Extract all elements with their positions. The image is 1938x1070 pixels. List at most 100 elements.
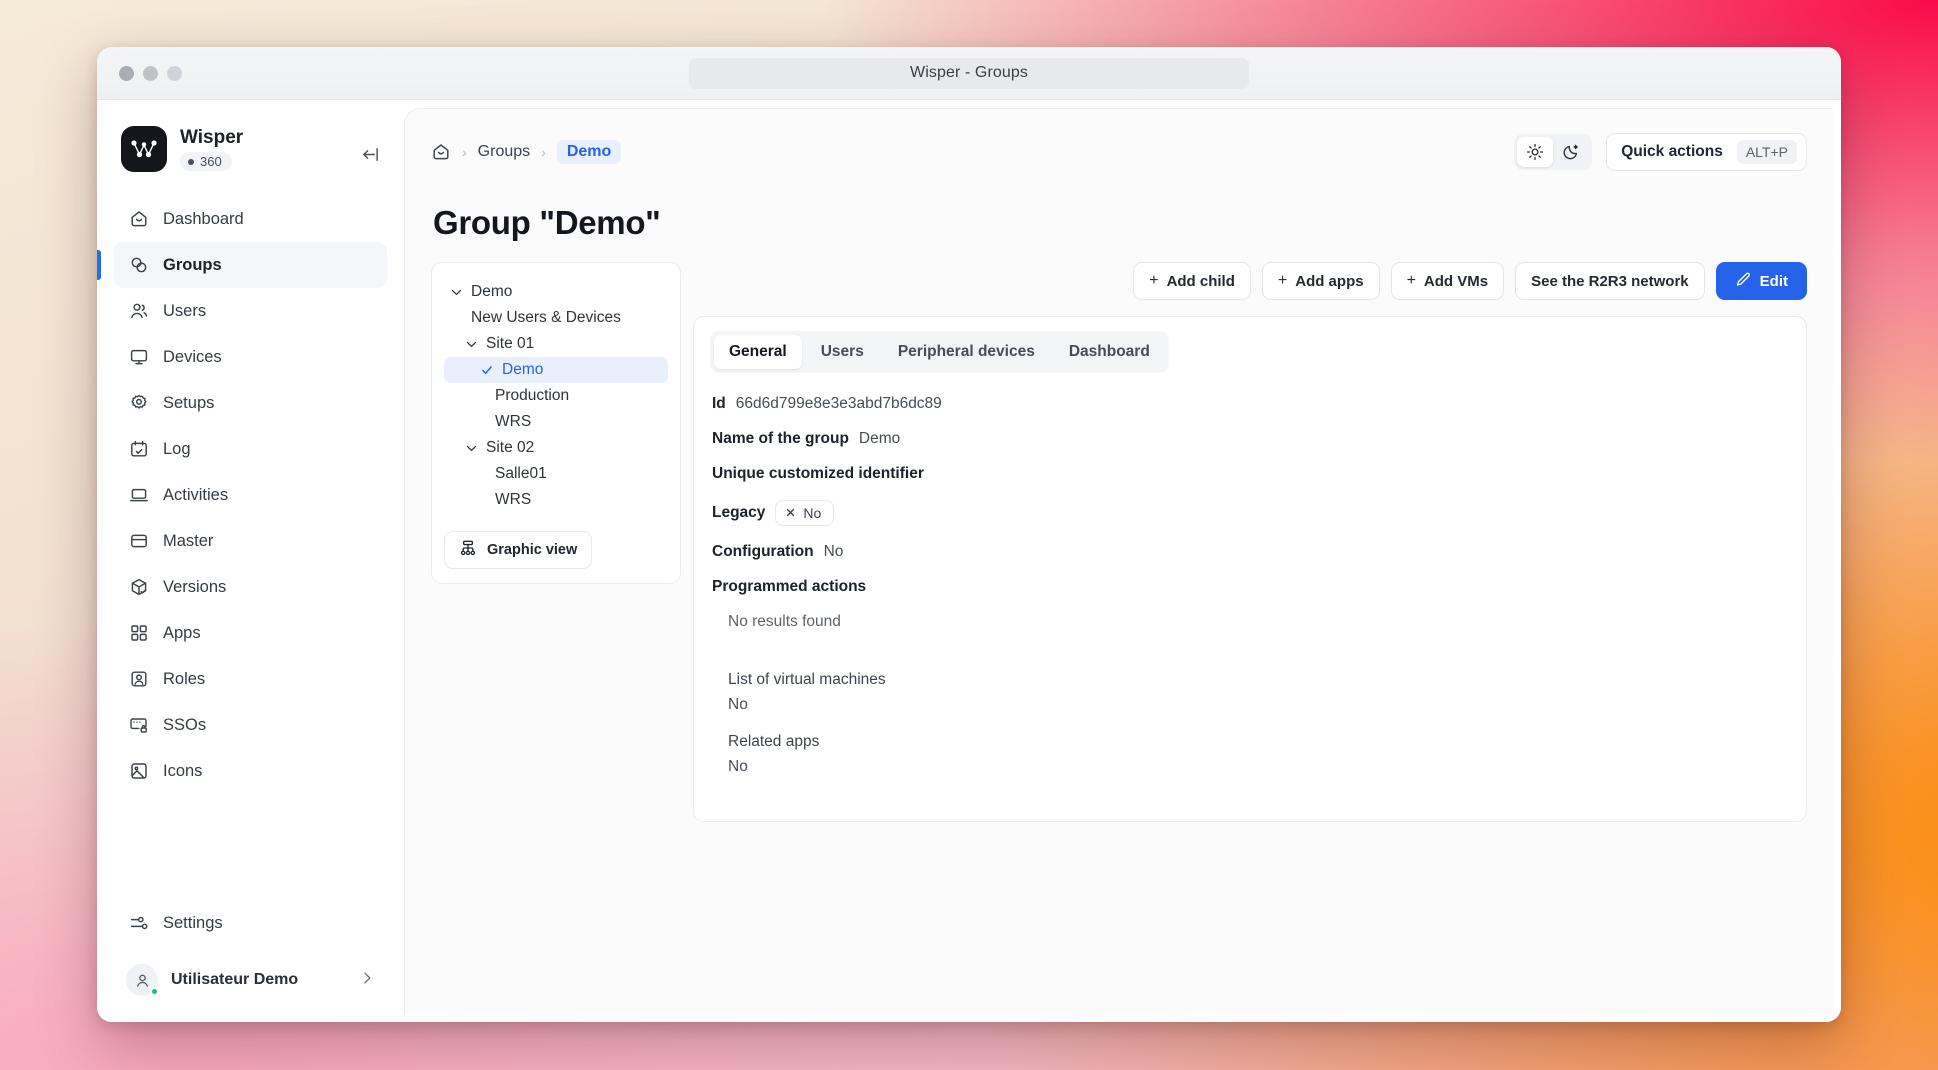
quick-actions-button[interactable]: Quick actions ALT+P (1606, 133, 1807, 171)
status-badge-label: No (803, 505, 821, 521)
action-buttons-row: + Add child + Add apps + Add VMs See t (693, 262, 1807, 300)
content-topbar: › Groups › Demo (431, 133, 1807, 171)
field-value: 66d6d799e8e3e3abd7b6dc89 (736, 395, 942, 413)
add-child-label: Add child (1167, 273, 1235, 290)
sidebar-item-dashboard[interactable]: Dashboard (114, 196, 387, 242)
tree-item[interactable]: New Users & Devices (444, 305, 668, 331)
sidebar-item-activities[interactable]: Activities (114, 472, 387, 518)
moon-icon[interactable] (1553, 137, 1589, 167)
breadcrumb-item-groups[interactable]: Groups (478, 143, 530, 161)
breadcrumb-item-demo[interactable]: Demo (557, 140, 621, 164)
avatar (126, 964, 158, 996)
add-apps-label: Add apps (1295, 273, 1363, 290)
calendar-check-icon (128, 439, 149, 460)
tree-item[interactable]: Site 01 (444, 331, 668, 357)
tab-general[interactable]: General (714, 335, 802, 369)
sidebar-item-groups[interactable]: Groups (114, 242, 387, 288)
users-icon (128, 301, 149, 322)
see-network-label: See the R2R3 network (1531, 273, 1689, 290)
close-button[interactable] (119, 66, 134, 81)
tree-item[interactable]: Production (444, 383, 668, 409)
collapse-sidebar-icon[interactable] (358, 142, 382, 166)
sidebar-item-ssos[interactable]: SSOs (114, 702, 387, 748)
field-legacy: Legacy No (712, 500, 1790, 526)
tree-item[interactable]: Site 02 (444, 435, 668, 461)
sidebar-item-log[interactable]: Log (114, 426, 387, 472)
tab-users[interactable]: Users (806, 335, 879, 369)
tree-item-label: New Users & Devices (471, 309, 621, 327)
edit-button[interactable]: Edit (1716, 262, 1807, 300)
tab-dashboard[interactable]: Dashboard (1054, 335, 1165, 369)
sidebar-item-label: SSOs (163, 716, 206, 735)
chevron-down-icon[interactable] (465, 442, 479, 455)
sidebar-item-versions[interactable]: Versions (114, 564, 387, 610)
quick-actions-shortcut: ALT+P (1737, 140, 1797, 164)
sidebar-item-label: Apps (163, 624, 201, 643)
sidebar-item-label: Users (163, 302, 206, 321)
chevron-right-icon (359, 970, 375, 991)
sidebar-item-master[interactable]: Master (114, 518, 387, 564)
breadcrumb: › Groups › Demo (431, 140, 621, 164)
sidebar-item-setups[interactable]: Setups (114, 380, 387, 426)
window-body: Wisper 360 (97, 100, 1841, 1022)
general-fields: Id 66d6d799e8e3e3abd7b6dc89 Name of the … (710, 395, 1790, 776)
theme-toggle[interactable] (1514, 134, 1592, 170)
see-network-button[interactable]: See the R2R3 network (1515, 262, 1705, 300)
tree-item-label: Demo (502, 361, 543, 379)
tree-item[interactable]: Demo (444, 279, 668, 305)
monitor-icon (128, 347, 149, 368)
field-label: Name of the group (712, 430, 849, 448)
content-row: Demo New Users & Devices Site 01 (431, 262, 1807, 822)
sidebar-item-apps[interactable]: Apps (114, 610, 387, 656)
sidebar-spacer (97, 794, 404, 900)
online-status-icon (150, 987, 159, 996)
field-label: Legacy (712, 504, 765, 522)
sidebar-item-roles[interactable]: Roles (114, 656, 387, 702)
sliders-icon (128, 913, 149, 934)
breadcrumb-separator-icon: › (462, 144, 467, 160)
programmed-actions-results: No results found List of virtual machine… (712, 613, 1790, 776)
grid-icon (128, 623, 149, 644)
add-vms-button[interactable]: + Add VMs (1391, 262, 1505, 300)
related-apps-value: No (728, 758, 1790, 776)
sun-icon[interactable] (1517, 137, 1553, 167)
sidebar-item-devices[interactable]: Devices (114, 334, 387, 380)
sidebar-item-icons[interactable]: Icons (114, 748, 387, 794)
package-check-icon (128, 577, 149, 598)
chevron-down-icon[interactable] (465, 338, 479, 351)
sidebar-item-settings[interactable]: Settings (114, 900, 387, 946)
tab-peripheral-devices[interactable]: Peripheral devices (883, 335, 1050, 369)
maximize-button[interactable] (167, 66, 182, 81)
tree-item-selected[interactable]: Demo (444, 357, 668, 383)
graphic-view-label: Graphic view (487, 542, 577, 558)
add-vms-label: Add VMs (1424, 273, 1488, 290)
vm-list-label: List of virtual machines (728, 671, 1790, 689)
user-menu[interactable]: Utilisateur Demo (114, 956, 387, 1004)
tree-item[interactable]: WRS (444, 487, 668, 513)
vm-list-value: No (728, 696, 1790, 714)
sidebar-bottom: Settings Utilisateur Demo (97, 900, 404, 1004)
field-name-of-the-group: Name of the group Demo (712, 430, 1790, 448)
related-apps-label: Related apps (728, 733, 1790, 751)
tree-item[interactable]: WRS (444, 409, 668, 435)
sidebar-item-label: Master (163, 532, 213, 551)
field-label: Programmed actions (712, 578, 866, 596)
chevron-down-icon[interactable] (450, 286, 464, 299)
tree-item[interactable]: Salle01 (444, 461, 668, 487)
field-label: Unique customized identifier (712, 465, 924, 483)
field-label: Configuration (712, 543, 814, 561)
breadcrumb-home-icon[interactable] (431, 142, 451, 162)
sidebar-item-label: Settings (163, 914, 223, 933)
add-child-button[interactable]: + Add child (1133, 262, 1251, 300)
user-name: Utilisateur Demo (171, 971, 346, 989)
graphic-view-button[interactable]: Graphic view (444, 531, 592, 569)
field-unique-customized-identifier: Unique customized identifier (712, 465, 1790, 483)
check-icon (480, 363, 495, 377)
no-results-text: No results found (728, 613, 1790, 631)
sidebar: Wisper 360 (97, 100, 404, 1022)
sidebar-item-users[interactable]: Users (114, 288, 387, 334)
add-apps-button[interactable]: + Add apps (1262, 262, 1380, 300)
wisper-logo-icon (121, 126, 167, 172)
minimize-button[interactable] (143, 66, 158, 81)
window-controls[interactable] (119, 66, 182, 81)
